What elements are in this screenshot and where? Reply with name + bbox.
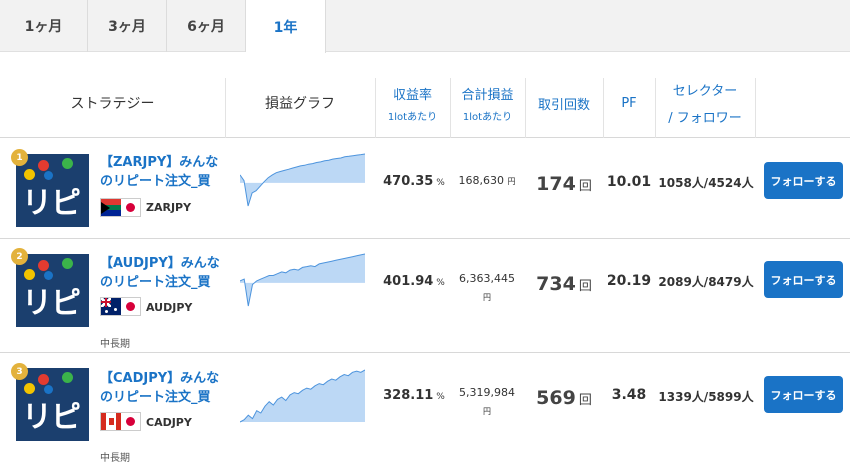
header-graph: 損益グラフ xyxy=(265,96,335,112)
trade-count: 734 回 xyxy=(536,273,592,295)
selector-follower-count: 2089人/8479人 xyxy=(658,275,754,289)
pl-chart xyxy=(240,369,365,423)
currency-pair: ZARJPY xyxy=(146,201,192,214)
header-strategy: ストラテジー xyxy=(70,96,155,112)
trade-count: 174 回 xyxy=(536,173,592,195)
australia-japan-flag xyxy=(100,297,141,316)
tab-6-months[interactable]: 6ヶ月 xyxy=(167,0,246,52)
strategy-name-link[interactable]: 【AUDJPY】みんな のリピート注文_買 xyxy=(100,254,225,292)
header-trade-count[interactable]: 取引回数 xyxy=(525,68,603,138)
term-tag: 中長期 xyxy=(100,339,130,350)
repi-logo: リピ xyxy=(16,368,89,441)
currency-pair: AUDJPY xyxy=(146,301,193,314)
canada-japan-flag xyxy=(100,412,141,431)
repi-logo: リピ xyxy=(16,154,89,227)
rank-badge: 3 xyxy=(11,363,28,380)
currency-pair: CADJPY xyxy=(146,416,192,429)
tab-1-month[interactable]: 1ヶ月 xyxy=(0,0,88,52)
total-pl: 6,363,445 円 xyxy=(459,272,515,302)
total-pl: 5,319,984 円 xyxy=(459,386,515,416)
rank-badge: 2 xyxy=(11,248,28,265)
term-tag: 中長期 xyxy=(100,453,130,464)
repi-logo: リピ xyxy=(16,254,89,327)
strategy-name-link[interactable]: 【CADJPY】みんな のリピート注文_買 xyxy=(100,369,225,407)
return-rate: 401.94% xyxy=(383,274,445,289)
follow-button[interactable]: フォローする xyxy=(764,376,843,413)
period-tabs: 1ヶ月 3ヶ月 6ヶ月 1年 xyxy=(0,0,850,53)
trade-count: 569 回 xyxy=(536,387,592,409)
strategy-name-link[interactable]: 【ZARJPY】みんな のリピート注文_買 xyxy=(100,153,225,191)
return-rate: 470.35% xyxy=(383,174,445,189)
header-selector-follower[interactable]: セレクター / フォロワー xyxy=(655,68,755,138)
tab-1-year[interactable]: 1年 xyxy=(246,0,326,53)
profit-factor: 3.48 xyxy=(611,387,647,403)
header-return-rate[interactable]: 収益率 1lotあたり xyxy=(375,68,450,138)
table-row: 3 リピ 【CADJPY】みんな のリピート注文_買 CADJPY 中長期 32… xyxy=(0,353,850,465)
pl-chart xyxy=(240,153,365,207)
rank-badge: 1 xyxy=(11,149,28,166)
tab-3-months[interactable]: 3ヶ月 xyxy=(88,0,167,52)
header-pf[interactable]: PF xyxy=(603,68,655,138)
profit-factor: 10.01 xyxy=(606,174,652,190)
pl-chart xyxy=(240,253,365,307)
table-row: 2 リピ 【AUDJPY】みんな のリピート注文_買 AUDJPY 中長期 40… xyxy=(0,239,850,353)
selector-follower-count: 1339人/5899人 xyxy=(658,390,754,404)
table-header: ストラテジー 損益グラフ 収益率 1lotあたり 合計損益 1lotあたり 取引… xyxy=(0,68,850,138)
pl-chart-area xyxy=(240,154,365,206)
follow-button[interactable]: フォローする xyxy=(764,162,843,199)
south-africa-japan-flag xyxy=(100,198,141,217)
return-rate: 328.11% xyxy=(383,388,445,403)
table-row: 1 リピ 【ZARJPY】みんな のリピート注文_買 ZARJPY 470.35… xyxy=(0,139,850,239)
follow-button[interactable]: フォローする xyxy=(764,261,843,298)
selector-follower-count: 1058人/4524人 xyxy=(658,176,754,190)
profit-factor: 20.19 xyxy=(606,273,652,289)
header-total-pl[interactable]: 合計損益 1lotあたり xyxy=(450,68,525,138)
total-pl: 168,630 円 xyxy=(458,174,516,187)
pl-chart-area xyxy=(240,370,365,422)
